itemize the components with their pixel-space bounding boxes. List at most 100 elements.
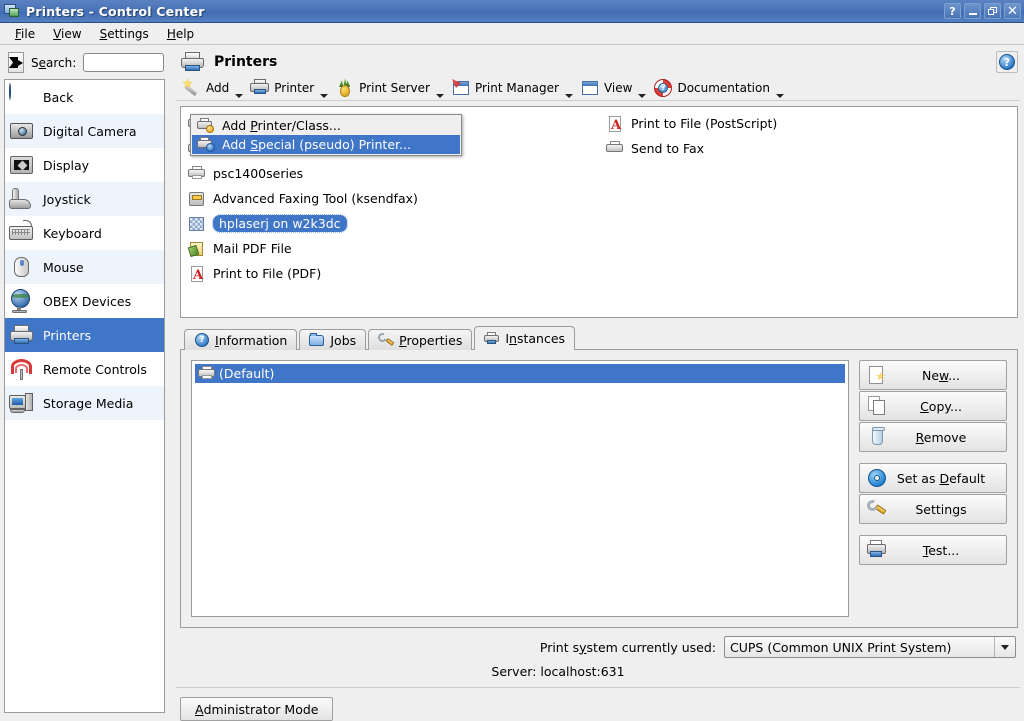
add-dropdown-menu[interactable]: Add Printer/Class... Add Special (pseudo… <box>190 114 462 156</box>
chevron-down-icon[interactable] <box>436 94 444 98</box>
display-icon <box>9 152 35 178</box>
remote-printer-icon <box>188 215 206 233</box>
copy-icon <box>866 395 888 417</box>
remote-signal-icon <box>9 356 35 382</box>
button-label: Settings <box>888 502 1000 517</box>
module-help-button[interactable]: ? <box>996 51 1018 73</box>
sidebar-item-label: Display <box>43 158 89 173</box>
printer-detail-tabs: ? Information Jobs Properties <box>180 326 1018 628</box>
tab-jobs[interactable]: Jobs <box>299 329 366 350</box>
jobs-folder-icon <box>309 332 325 348</box>
tab-information[interactable]: ? Information <box>184 329 297 350</box>
toolbar-printer-button[interactable]: Printer <box>248 76 331 100</box>
title-bar: Printers - Control Center ? ✕ <box>0 0 1024 23</box>
control-center-window: Printers - Control Center ? ✕ File View … <box>0 0 1024 721</box>
sidebar-item-keyboard[interactable]: Keyboard <box>5 216 164 250</box>
mail-pdf-icon <box>188 240 206 258</box>
back-arrow-icon <box>9 84 35 110</box>
joystick-icon <box>9 186 35 212</box>
chevron-down-icon[interactable] <box>320 94 328 98</box>
menu-bar: File View Settings Help <box>0 23 1024 45</box>
window-minimize-button[interactable] <box>964 3 981 19</box>
toolbar-item-label: Printer <box>274 81 314 95</box>
module-header: Printers ? <box>176 45 1020 75</box>
button-label: Set as Default <box>888 471 1000 486</box>
sidebar-item-display[interactable]: Display <box>5 148 164 182</box>
printer-list-item[interactable]: psc1400series <box>181 161 599 186</box>
printer-icon <box>188 165 206 183</box>
sidebar-item-remote-controls[interactable]: Remote Controls <box>5 352 164 386</box>
help-icon: ? <box>999 54 1015 70</box>
window-help-button[interactable]: ? <box>944 3 961 19</box>
sidebar-item-storage-media[interactable]: Storage Media <box>5 386 164 420</box>
printer-icon <box>9 322 35 348</box>
printer-list-item[interactable]: Print to File (PDF) <box>181 261 599 286</box>
instance-row[interactable]: (Default) <box>195 364 845 383</box>
toolbar-view-button[interactable]: View <box>578 76 649 100</box>
printer-list-item[interactable]: Print to File (PostScript) <box>599 111 1017 136</box>
menu-item-label: Add Printer/Class... <box>222 118 341 133</box>
toolbar-item-label: Documentation <box>677 81 770 95</box>
toolbar-documentation-button[interactable]: ? Documentation <box>651 76 787 100</box>
remove-instance-button[interactable]: Remove <box>859 422 1007 452</box>
tab-properties[interactable]: Properties <box>368 329 472 350</box>
chevron-down-icon[interactable] <box>776 94 784 98</box>
instances-list[interactable]: (Default) <box>191 360 849 617</box>
instance-label: (Default) <box>219 366 274 381</box>
search-icon <box>9 57 23 68</box>
chevron-down-icon[interactable] <box>638 94 646 98</box>
toolbar-add-button[interactable]: Add <box>180 76 246 100</box>
toolbar-print-manager-button[interactable]: Print Manager <box>449 76 576 100</box>
settings-button[interactable]: Settings <box>859 494 1007 524</box>
printer-icon <box>250 78 270 98</box>
search-button[interactable] <box>8 52 24 73</box>
menu-help[interactable]: Help <box>158 26 203 42</box>
print-system-row: Print system currently used: CUPS (Commo… <box>176 628 1020 658</box>
printer-list-item[interactable]: Advanced Faxing Tool (ksendfax) <box>181 186 599 211</box>
sidebar-item-mouse[interactable]: Mouse <box>5 250 164 284</box>
obex-globe-icon <box>9 288 35 314</box>
toolbar-item-label: Print Server <box>359 81 430 95</box>
administrator-mode-button[interactable]: Administrator Mode <box>180 697 333 721</box>
sidebar-item-label: Back <box>43 90 73 105</box>
button-group-spacer <box>859 453 1007 462</box>
printer-list-item[interactable]: Send to Fax <box>599 136 1017 161</box>
printer-label: hplaserj on w2k3dc <box>213 215 347 232</box>
chevron-down-icon[interactable] <box>565 94 573 98</box>
set-as-default-button[interactable]: Set as Default <box>859 463 1007 493</box>
tab-instances[interactable]: Instances <box>474 326 575 350</box>
print-system-label: Print system currently used: <box>540 640 716 655</box>
copy-instance-button[interactable]: Copy... <box>859 391 1007 421</box>
sidebar-item-joystick[interactable]: Joystick <box>5 182 164 216</box>
tab-label: Jobs <box>330 333 356 348</box>
instances-panel: (Default) New... <box>180 349 1018 628</box>
tab-strip: ? Information Jobs Properties <box>180 326 1018 350</box>
test-button[interactable]: Test... <box>859 535 1007 565</box>
sidebar-item-label: Printers <box>43 328 91 343</box>
menu-view[interactable]: View <box>44 26 90 42</box>
menu-item-add-printer-class[interactable]: Add Printer/Class... <box>192 116 460 135</box>
print-system-select[interactable]: CUPS (Common UNIX Print System) <box>724 636 1016 658</box>
chevron-down-icon[interactable] <box>994 637 1015 657</box>
fax-icon <box>606 140 624 158</box>
menu-settings[interactable]: Settings <box>91 26 158 42</box>
window-maximize-button[interactable] <box>984 3 1001 19</box>
printer-list-item[interactable]: Mail PDF File <box>181 236 599 261</box>
button-label: New... <box>888 368 1000 383</box>
sidebar-item-back[interactable]: Back <box>5 80 164 114</box>
sidebar-item-obex-devices[interactable]: OBEX Devices <box>5 284 164 318</box>
sidebar-item-digital-camera[interactable]: Digital Camera <box>5 114 164 148</box>
printer-list-item-selected[interactable]: hplaserj on w2k3dc <box>181 211 599 236</box>
sidebar-item-printers[interactable]: Printers <box>5 318 164 352</box>
toolbar-print-server-button[interactable]: Print Server <box>333 76 447 100</box>
window-close-button[interactable]: ✕ <box>1004 3 1021 19</box>
sidebar-item-label: Mouse <box>43 260 84 275</box>
search-label: Search: <box>31 56 76 70</box>
new-instance-button[interactable]: New... <box>859 360 1007 390</box>
wrench-icon <box>866 498 888 520</box>
menu-item-add-special-printer[interactable]: Add Special (pseudo) Printer... <box>192 135 460 154</box>
menu-file[interactable]: File <box>6 26 44 42</box>
printer-label: Print to File (PostScript) <box>631 116 777 131</box>
search-input[interactable] <box>83 53 164 72</box>
chevron-down-icon[interactable] <box>235 94 243 98</box>
